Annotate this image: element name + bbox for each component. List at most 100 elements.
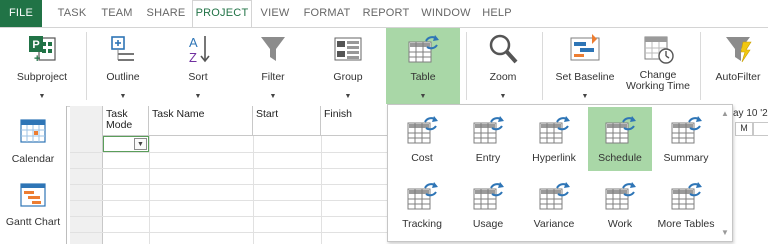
grid-row-line [70, 232, 388, 233]
table-icon [539, 116, 570, 144]
column-header-task-name[interactable]: Task Name [149, 106, 253, 136]
calendar-icon [20, 119, 46, 143]
table-item-label: Hyperlink [532, 152, 576, 164]
table-item-summary[interactable]: Summary [654, 107, 718, 171]
zoom-label: Zoom [489, 71, 517, 83]
group-label: Group [333, 71, 363, 83]
tab-view[interactable]: VIEW [256, 0, 294, 27]
ribbon-separator [700, 32, 701, 100]
calendar-clock-icon [644, 36, 674, 64]
scroll-down-icon[interactable]: ▼ [721, 228, 729, 237]
tab-share[interactable]: SHARE [142, 0, 190, 27]
filter-label: Filter [261, 71, 285, 83]
set-baseline-button[interactable]: Set Baseline ▼ [550, 28, 620, 104]
tab-help[interactable]: HELP [478, 0, 516, 27]
table-icon [473, 182, 504, 210]
column-header-task-mode[interactable]: Task Mode [103, 106, 149, 136]
svg-text:+: + [34, 53, 40, 65]
autofilter-button[interactable]: AutoFilter [708, 28, 768, 104]
row-header-column [70, 106, 103, 244]
table-item-label: Usage [472, 218, 504, 230]
svg-text:P: P [32, 39, 39, 51]
table-item-cost[interactable]: Cost [390, 107, 454, 171]
tab-window[interactable]: WINDOW [418, 0, 474, 27]
tab-project[interactable]: PROJECT [192, 0, 252, 27]
scroll-up-icon[interactable]: ▲ [721, 109, 729, 118]
group-icon [334, 37, 362, 61]
table-icon [605, 116, 636, 144]
ribbon-tab-bar: FILE TASK TEAM SHARE PROJECT VIEW FORMAT… [0, 0, 768, 27]
outline-button[interactable]: Outline ▼ [92, 28, 154, 104]
table-icon [407, 116, 438, 144]
chevron-down-icon: ▼ [344, 93, 352, 100]
table-item-variance[interactable]: Variance [522, 173, 586, 237]
autofilter-icon [726, 37, 752, 63]
outline-icon [111, 36, 134, 61]
table-icon [671, 182, 702, 210]
subproject-button[interactable]: P + Subproject ▼ [10, 28, 74, 104]
table-icon [407, 182, 438, 210]
tab-format[interactable]: FORMAT [300, 0, 354, 27]
tab-report[interactable]: REPORT [360, 0, 412, 27]
timescale-day-cell [753, 122, 768, 136]
view-gantt-chart-label: Gantt Chart [5, 216, 61, 228]
table-item-hyperlink[interactable]: Hyperlink [522, 107, 586, 171]
tab-team[interactable]: TEAM [96, 0, 138, 27]
grid-column-line [149, 136, 150, 244]
zoom-button[interactable]: Zoom ▼ [474, 28, 532, 104]
sort-button[interactable]: A Z Sort ▼ [170, 28, 226, 104]
table-item-entry[interactable]: Entry [456, 107, 520, 171]
svg-text:Z: Z [189, 50, 197, 65]
chevron-down-icon: ▼ [269, 93, 277, 100]
table-item-work[interactable]: Work [588, 173, 652, 237]
column-header-start[interactable]: Start [253, 106, 321, 136]
tab-file[interactable]: FILE [0, 0, 42, 27]
grid-row-line [70, 168, 388, 169]
chevron-down-icon: ▼ [581, 93, 589, 100]
grid-column-line [321, 136, 322, 244]
table-icon [671, 116, 702, 144]
table-icon [539, 182, 570, 210]
autofilter-label: AutoFilter [715, 71, 761, 83]
table-icon [408, 35, 439, 63]
view-gantt-chart[interactable]: Gantt Chart [0, 176, 66, 238]
sort-label: Sort [188, 71, 208, 83]
column-header-finish[interactable]: Finish [321, 106, 388, 136]
filter-button[interactable]: Filter ▼ [244, 28, 302, 104]
table-item-tracking[interactable]: Tracking [390, 173, 454, 237]
table-button[interactable]: Table ▼ [386, 28, 460, 104]
change-working-time-button[interactable]: Change Working Time [624, 28, 692, 104]
table-item-label: Variance [533, 218, 575, 230]
grid-row-line [70, 184, 388, 185]
set-baseline-label: Set Baseline [555, 71, 615, 83]
svg-text:A: A [189, 35, 198, 50]
ribbon-separator [86, 32, 87, 100]
task-mode-dropdown-button[interactable]: ▼ [134, 138, 147, 150]
view-calendar[interactable]: Calendar [0, 112, 66, 170]
ribbon-separator [466, 32, 467, 100]
chevron-down-icon: ▼ [194, 93, 202, 100]
table-item-usage[interactable]: Usage [456, 173, 520, 237]
grid-row-line [70, 152, 388, 153]
table-item-schedule[interactable]: Schedule [588, 107, 652, 171]
gallery-scrollbar[interactable]: ▲ ▼ [718, 105, 732, 241]
subproject-icon: P + [29, 36, 56, 65]
table-icon [473, 116, 504, 144]
column-header-task-mode-line2: Mode [106, 119, 133, 131]
subproject-label: Subproject [16, 71, 68, 83]
table-gallery-dropdown: Cost Entry Hyperlink Schedule Summary Tr… [387, 104, 733, 242]
table-item-label: Tracking [402, 218, 442, 230]
timescale-day: M [735, 122, 753, 136]
chevron-down-icon: ▼ [499, 93, 507, 100]
tab-task[interactable]: TASK [52, 0, 92, 27]
table-item-label: Summary [663, 152, 709, 164]
gantt-timescale: ay 10 '2 M [733, 106, 768, 244]
table-item-label: More Tables [657, 218, 715, 230]
table-item-more-tables[interactable]: More Tables [654, 173, 718, 237]
task-mode-cell[interactable]: ▼ [103, 136, 149, 152]
table-icon [605, 182, 636, 210]
chevron-down-icon: ▼ [419, 93, 427, 100]
table-item-label: Entry [475, 152, 501, 164]
view-calendar-label: Calendar [11, 153, 55, 165]
group-button[interactable]: Group ▼ [318, 28, 378, 104]
